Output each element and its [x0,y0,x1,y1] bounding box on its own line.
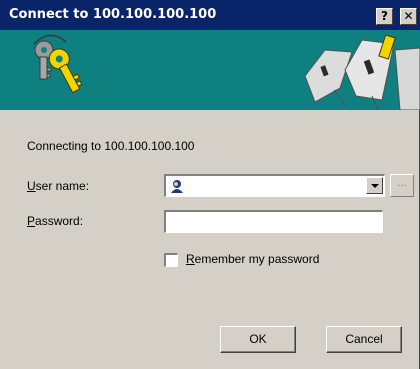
connecting-text: Connecting to 100.100.100.100 [27,139,195,153]
connect-dialog: Connect to 100.100.100.100 ? ✕ Connectin… [0,0,420,369]
close-icon: ✕ [403,9,414,23]
remember-password-label[interactable]: Remember my password [186,252,319,266]
banner [0,30,420,110]
keyhole-icon [304,34,420,110]
username-label: User name: [27,179,90,193]
title-bar[interactable]: Connect to 100.100.100.100 ? ✕ [0,0,420,30]
cancel-button[interactable]: Cancel [326,326,402,353]
user-avatar-icon [169,178,185,197]
browse-button[interactable]: ... [390,174,414,197]
window-title: Connect to 100.100.100.100 [9,7,217,22]
keys-icon [33,34,83,94]
chevron-down-icon[interactable] [366,177,383,194]
help-button[interactable]: ? [376,8,393,25]
help-icon: ? [381,9,388,23]
close-button[interactable]: ✕ [400,8,417,25]
username-combobox[interactable] [164,174,385,197]
password-label: Password: [27,214,84,228]
password-field[interactable] [164,210,383,233]
remember-password-checkbox[interactable] [164,253,178,267]
ok-button[interactable]: OK [220,326,296,353]
